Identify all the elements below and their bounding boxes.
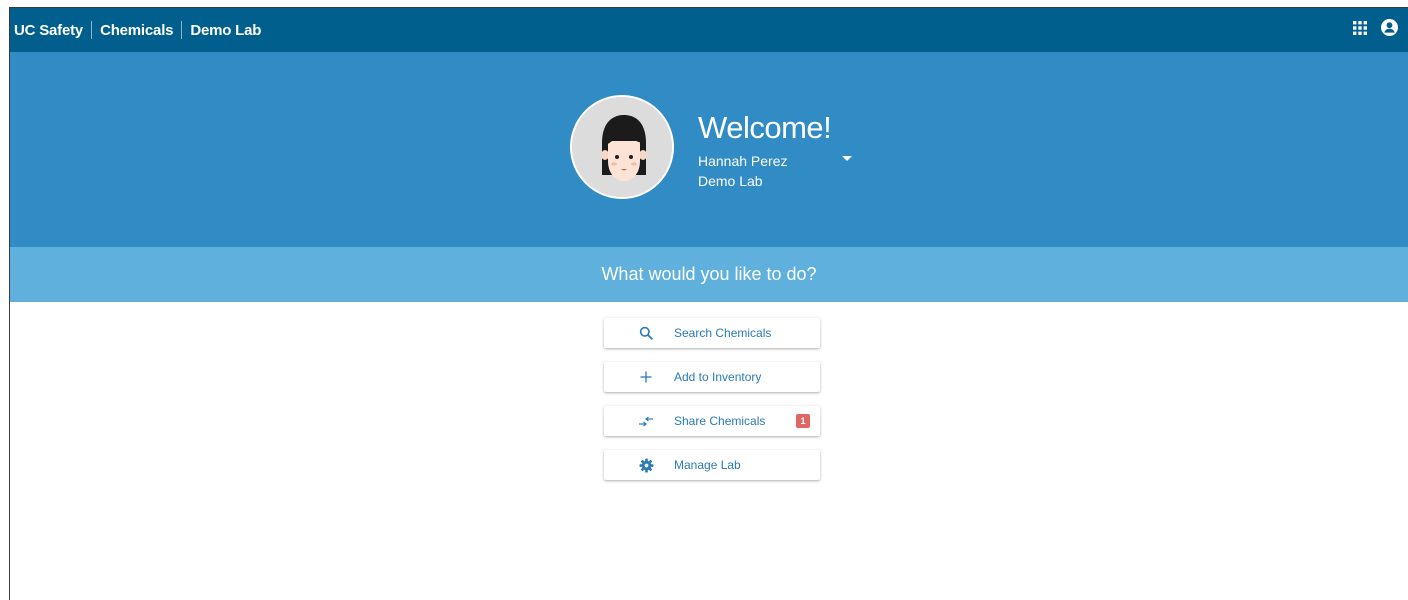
search-icon — [638, 325, 654, 341]
share-arrows-icon — [638, 413, 654, 429]
lab-name: Demo Lab — [698, 173, 763, 189]
top-nav-bar: UC Safety Chemicals Demo Lab — [10, 8, 1408, 52]
action-prompt-text: What would you like to do? — [601, 264, 817, 284]
breadcrumb-separator — [181, 21, 183, 39]
share-chemicals-label: Share Chemicals — [674, 414, 766, 428]
share-chemicals-button[interactable]: Share Chemicals 1 — [604, 406, 820, 436]
app-window: UC Safety Chemicals Demo Lab Welcome! Ha… — [9, 7, 1408, 600]
action-prompt: What would you like to do? — [10, 247, 1408, 302]
welcome-heading: Welcome! — [698, 110, 832, 145]
notification-badge: 1 — [796, 414, 810, 428]
female-user-avatar-icon — [572, 97, 672, 197]
plus-icon — [638, 369, 654, 385]
avatar — [570, 95, 674, 199]
search-chemicals-label: Search Chemicals — [674, 326, 772, 340]
user-name: Hannah Perez — [698, 153, 788, 169]
user-account-icon[interactable] — [1381, 19, 1398, 41]
breadcrumb-uc-safety[interactable]: UC Safety — [14, 22, 83, 39]
breadcrumb-demo-lab[interactable]: Demo Lab — [190, 22, 261, 39]
manage-lab-label: Manage Lab — [674, 458, 741, 472]
topbar-icon-group — [1353, 8, 1398, 52]
search-chemicals-button[interactable]: Search Chemicals — [604, 318, 820, 348]
add-to-inventory-label: Add to Inventory — [674, 370, 762, 384]
add-to-inventory-button[interactable]: Add to Inventory — [604, 362, 820, 392]
breadcrumb-separator — [91, 21, 93, 39]
welcome-banner: Welcome! Hannah Perez Demo Lab — [10, 52, 1408, 247]
user-menu-caret-icon[interactable] — [842, 156, 852, 161]
action-list: Search Chemicals Add to Inventory Share … — [604, 318, 820, 494]
apps-grid-icon[interactable] — [1353, 20, 1367, 40]
gear-icon — [638, 457, 654, 473]
manage-lab-button[interactable]: Manage Lab — [604, 450, 820, 480]
breadcrumb-chemicals[interactable]: Chemicals — [100, 22, 173, 39]
